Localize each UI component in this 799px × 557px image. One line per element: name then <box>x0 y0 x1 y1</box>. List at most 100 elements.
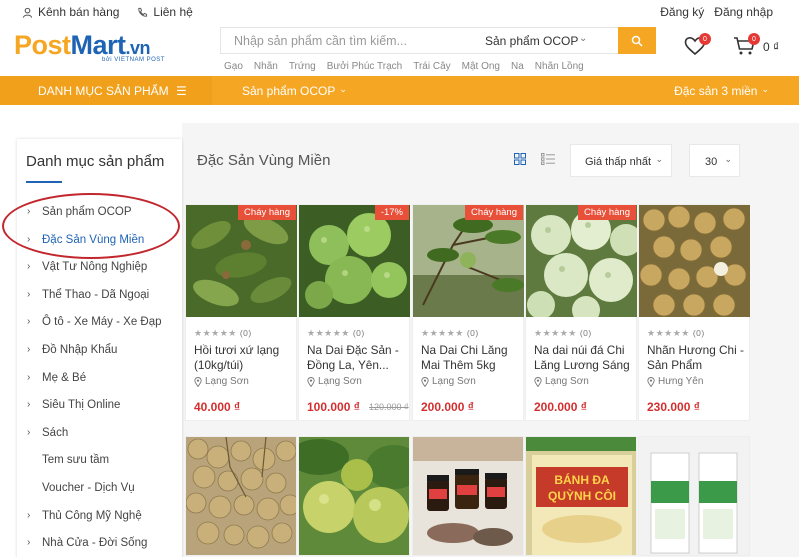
sidebar-item[interactable]: › Nhà Cửa - Đời Sống <box>17 530 182 557</box>
sidebar-item-label: Siêu Thị Online <box>42 399 121 412</box>
product-image-frame[interactable] <box>299 205 410 317</box>
per-page-label: 30 <box>705 156 718 168</box>
cart-count-badge: 0 <box>748 33 760 45</box>
search-category-select[interactable]: Sản phẩm OCOP <box>485 34 578 48</box>
product-card[interactable] <box>298 436 410 556</box>
search-input[interactable] <box>221 28 471 53</box>
sidebar-item[interactable]: Tem sưu tầm <box>17 447 182 475</box>
grid-view-icon[interactable] <box>514 153 526 165</box>
cart-button[interactable]: 0 <box>733 33 760 56</box>
chevron-right-icon: › <box>27 426 31 438</box>
sidebar-item-label: Voucher - Dịch Vụ <box>42 481 135 494</box>
sidebar-item[interactable]: › Đặc Sản Vùng Miền <box>17 227 182 255</box>
search-suggestion-tag[interactable]: Na <box>511 61 524 72</box>
chevron-down-icon: ⌄ <box>579 33 588 44</box>
search-suggestion-tag[interactable]: Nhãn <box>254 61 278 72</box>
sidebar-item[interactable]: › Vật Tư Nông Nghiệp <box>17 254 182 282</box>
product-name[interactable]: Na dai núi đá Chi Lăng Lương Sáng <box>534 343 632 373</box>
category-menu-toggle[interactable]: DANH MỤC SẢN PHẨM ☰ <box>0 76 212 105</box>
product-card[interactable]: -17% ★★★★★ (0) Na Dai Đặc Sản - Đồng La, Yê… <box>298 204 410 421</box>
sidebar-item-label: Ô tô - Xe Máy - Xe Đạp <box>42 316 162 329</box>
sidebar-item[interactable]: Voucher - Dịch Vụ <box>17 475 182 503</box>
product-image-frame[interactable] <box>639 205 750 317</box>
product-card[interactable]: Cháy hàng ★★★★★ (0) Hồi tươi xứ lạng (10kg/… <box>185 204 297 421</box>
location-label: Hưng Yên <box>658 376 704 387</box>
wishlist-button[interactable]: 0 <box>684 33 711 56</box>
product-name[interactable]: Nhãn Hương Chi - Sản Phẩm Vietga... <box>647 343 745 373</box>
main-navbar: DANH MỤC SẢN PHẨM ☰ Sản phẩm OCOP ⌄ Đặc … <box>0 76 799 105</box>
product-tag-badge: Cháy hàng <box>238 205 296 220</box>
search-suggestion-tag[interactable]: Nhãn Lồng <box>535 61 584 72</box>
search-suggestion-tag[interactable]: Trứng <box>289 61 316 72</box>
star-icons: ★★★★★ <box>194 328 237 338</box>
sort-label: Giá thấp nhất <box>585 156 652 168</box>
search-button[interactable] <box>618 27 656 54</box>
sidebar-item[interactable]: › Ô tô - Xe Máy - Xe Đạp <box>17 309 182 337</box>
old-price: 120.000 ₫ <box>369 402 409 412</box>
search-suggestions: Gạo Nhãn Trứng Bưởi Phúc Trạch Trái Cây Mật O… <box>224 61 595 72</box>
sort-select[interactable]: Giá thấp nhất ⌄ <box>570 144 672 177</box>
product-card[interactable]: Cháy hàng ★★★★★ (0) Na dai núi đá Chi Lăng … <box>525 204 637 421</box>
list-view-icon[interactable] <box>541 153 555 165</box>
product-card[interactable]: Cháy hàng ★★★★★ (0) Na Dai Chi Lăng Mai Thê… <box>412 204 524 421</box>
product-name[interactable]: Na Dai Chi Lăng Mai Thêm 5kg <box>421 343 519 373</box>
rating-stars: ★★★★★ (0) <box>421 328 479 339</box>
sidebar-item[interactable]: › Sản phẩm OCOP <box>17 199 182 227</box>
star-icons: ★★★★★ <box>307 328 350 338</box>
chevron-right-icon: › <box>27 399 31 411</box>
contact-link[interactable]: Liên hệ <box>137 5 193 19</box>
register-link[interactable]: Đăng ký <box>660 5 704 19</box>
product-card[interactable] <box>638 436 750 556</box>
sidebar-item[interactable]: › Siêu Thị Online <box>17 392 182 420</box>
sidebar-item[interactable]: › Thể Thao - Dã Ngoại <box>17 282 182 310</box>
search-suggestion-tag[interactable]: Gạo <box>224 61 243 72</box>
banh-da-package-image: BÁNH ĐA QUỲNH CÔI <box>526 437 636 555</box>
sidebar-item[interactable]: › Đồ Nhập Khẩu <box>17 337 182 365</box>
product-image-frame[interactable] <box>186 205 297 317</box>
contact-label: Liên hệ <box>153 5 193 19</box>
product-location: Lạng Sơn <box>194 376 249 387</box>
search-suggestion-tag[interactable]: Mật Ong <box>462 61 500 72</box>
product-image <box>639 205 750 317</box>
chevron-down-icon: ⌄ <box>724 154 732 164</box>
search-suggestion-tag[interactable]: Trái Cây <box>413 61 450 72</box>
chevron-right-icon: › <box>27 343 31 355</box>
postmart-logo[interactable]: PostMart.vn bởi VIETNAM POST <box>14 30 194 70</box>
nav-ocop-menu[interactable]: Sản phẩm OCOP ⌄ <box>242 84 347 98</box>
location-label: Lạng Sơn <box>318 376 362 387</box>
seller-channel-link[interactable]: Kênh bán hàng <box>22 5 119 19</box>
sidebar-item[interactable]: › Sách <box>17 420 182 448</box>
product-name[interactable]: Hồi tươi xứ lạng (10kg/túi) <box>194 343 292 373</box>
product-tag-badge: Cháy hàng <box>465 205 523 220</box>
login-link[interactable]: Đăng nhập <box>714 5 773 19</box>
product-location: Hưng Yên <box>647 376 703 387</box>
sidebar-item[interactable]: › Mẹ & Bé <box>17 365 182 393</box>
nav-specialties-menu[interactable]: Đặc sản 3 miền ⌄ <box>674 84 769 98</box>
review-count: (0) <box>239 328 252 338</box>
product-price: 100.000 ₫ <box>307 400 360 414</box>
product-card[interactable]: BÁNH ĐA QUỲNH CÔI <box>525 436 637 556</box>
sidebar-item-label: Thủ Công Mỹ Nghệ <box>42 509 142 522</box>
product-card[interactable]: ★★★★★(0) Nhãn Hương Chi - Sản Phẩm Vietga… <box>638 204 750 421</box>
hamburger-icon: ☰ <box>176 84 187 98</box>
sidebar-item-label: Sản phẩm OCOP <box>42 206 132 218</box>
product-card[interactable] <box>412 436 524 556</box>
review-count: (0) <box>466 328 479 338</box>
product-image-frame[interactable] <box>526 205 637 317</box>
product-name[interactable]: Na Dai Đặc Sản - Đồng La, Yên... <box>307 343 405 373</box>
per-page-select[interactable]: 30 ⌄ <box>689 144 740 177</box>
nav-ocop-label: Sản phẩm OCOP <box>242 84 336 98</box>
review-count: (0) <box>692 328 705 338</box>
product-card[interactable] <box>185 436 297 556</box>
review-count: (0) <box>352 328 365 338</box>
location-pin-icon <box>194 376 202 387</box>
product-price: 200.000 ₫ <box>421 400 474 414</box>
chevron-down-icon: ⌄ <box>339 84 347 94</box>
search-suggestion-tag[interactable]: Bưởi Phúc Trạch <box>327 61 403 72</box>
product-image-frame[interactable] <box>413 205 524 317</box>
product-tag-badge: Cháy hàng <box>578 205 636 220</box>
sidebar-title: Danh mục sản phẩm <box>26 153 165 170</box>
category-menu-label: DANH MỤC SẢN PHẨM <box>38 84 169 98</box>
sidebar-item[interactable]: › Thủ Công Mỹ Nghệ <box>17 503 182 531</box>
sidebar-item-label: Đồ Nhập Khẩu <box>42 343 118 356</box>
